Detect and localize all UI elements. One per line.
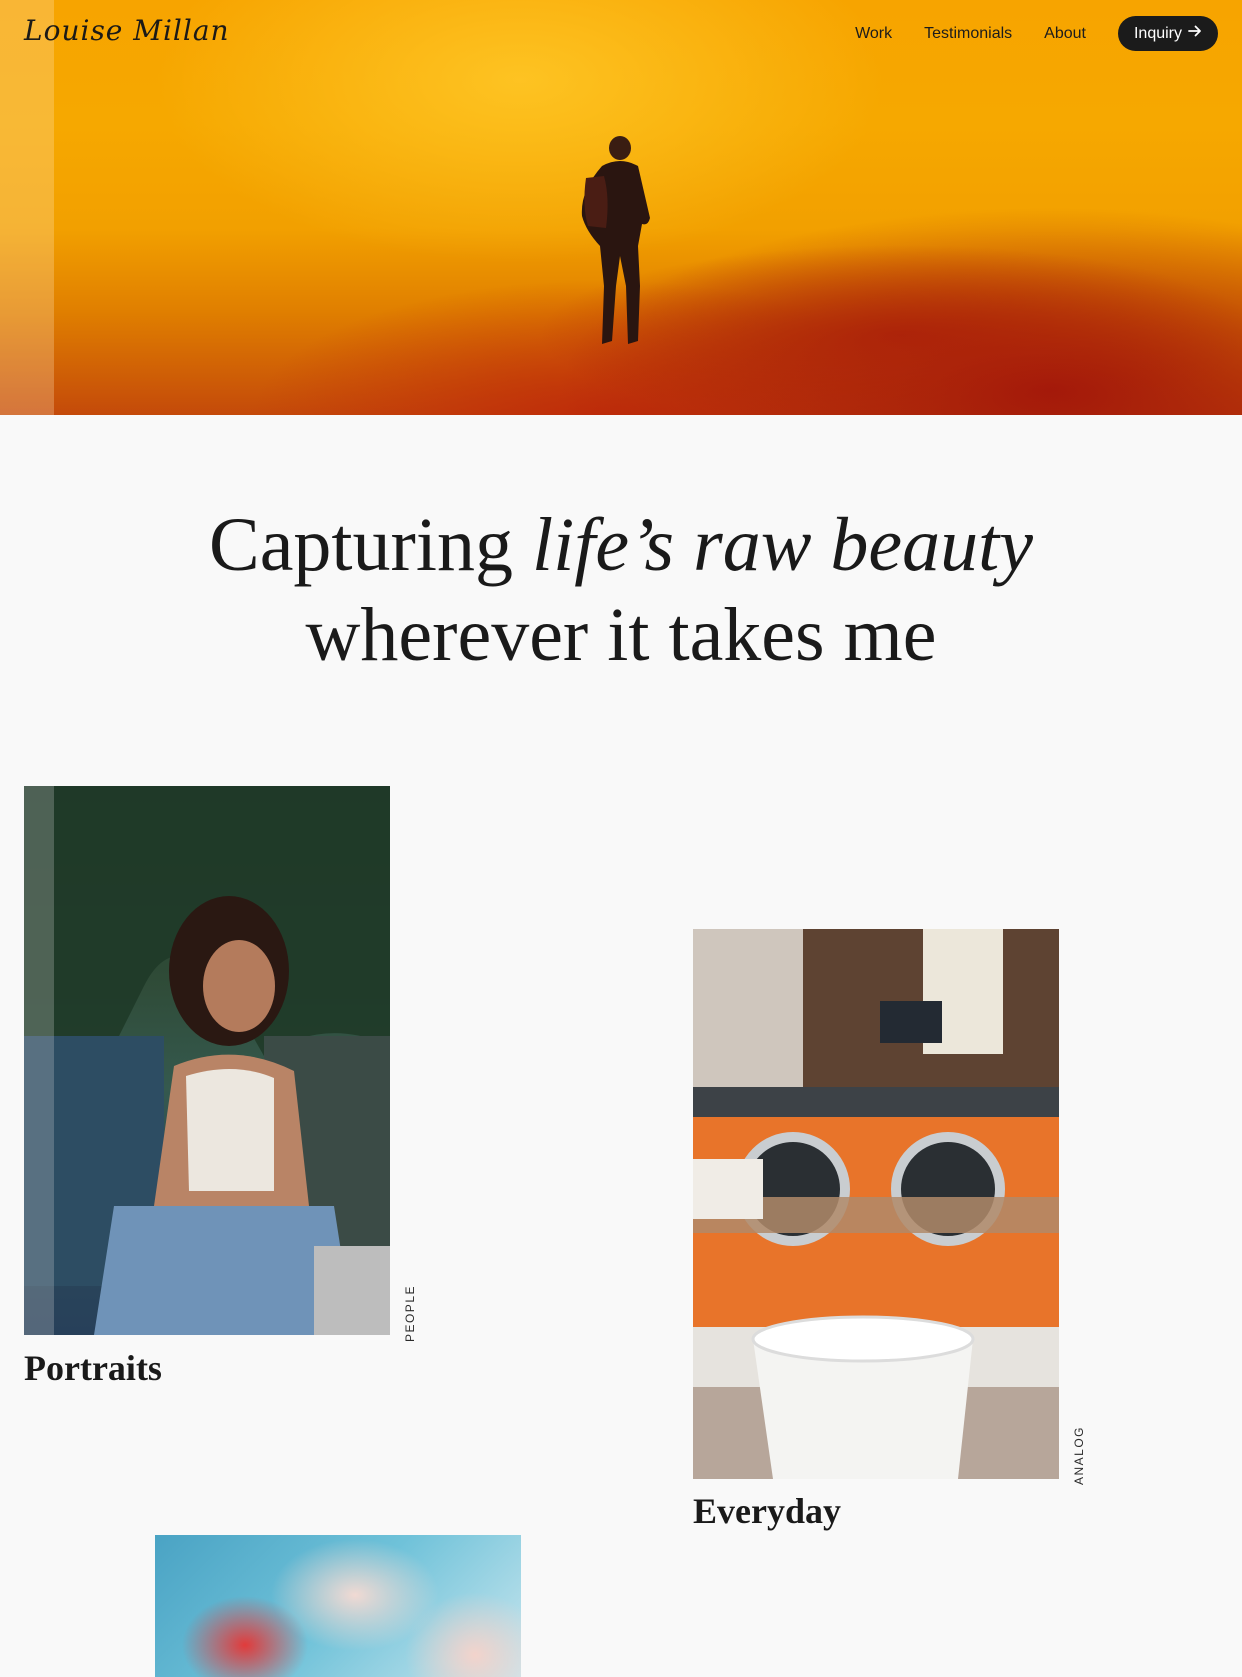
hiker-silhouette	[581, 136, 650, 344]
inquiry-button[interactable]: Inquiry	[1117, 16, 1218, 51]
headline-part1: Capturing	[209, 503, 532, 587]
nav-link-testimonials[interactable]: Testimonials	[924, 25, 1012, 43]
hero-image	[0, 0, 1242, 415]
flowers-image[interactable]	[155, 1535, 521, 1677]
portrait-overlay-strip	[24, 786, 54, 1335]
laundry-illustration	[693, 929, 1059, 1479]
nav-link-work[interactable]: Work	[855, 25, 892, 43]
portraits-title[interactable]: Portraits	[24, 1347, 162, 1389]
headline-part2: wherever it takes me	[305, 593, 937, 677]
inquiry-button-label: Inquiry	[1133, 24, 1182, 42]
portrait-illustration	[24, 786, 390, 1335]
hero-shoreline	[420, 215, 1242, 415]
nav-link-about[interactable]: About	[1044, 25, 1086, 43]
arrow-right-icon	[1188, 24, 1202, 43]
main-nav: Work Testimonials About Inquiry	[855, 16, 1218, 51]
everyday-tag: ANALOG	[1072, 1426, 1086, 1486]
portraits-image[interactable]	[24, 786, 390, 1335]
headline-italic: life’s raw beauty	[531, 503, 1033, 587]
everyday-title[interactable]: Everyday	[693, 1490, 841, 1532]
page-headline: Capturing life’s raw beauty wherever it …	[0, 500, 1242, 680]
logo[interactable]: Louise Millan	[24, 14, 230, 47]
portraits-tag: PEOPLE	[403, 1285, 417, 1343]
hero-overlay-strip	[0, 0, 54, 415]
everyday-image[interactable]	[693, 929, 1059, 1479]
